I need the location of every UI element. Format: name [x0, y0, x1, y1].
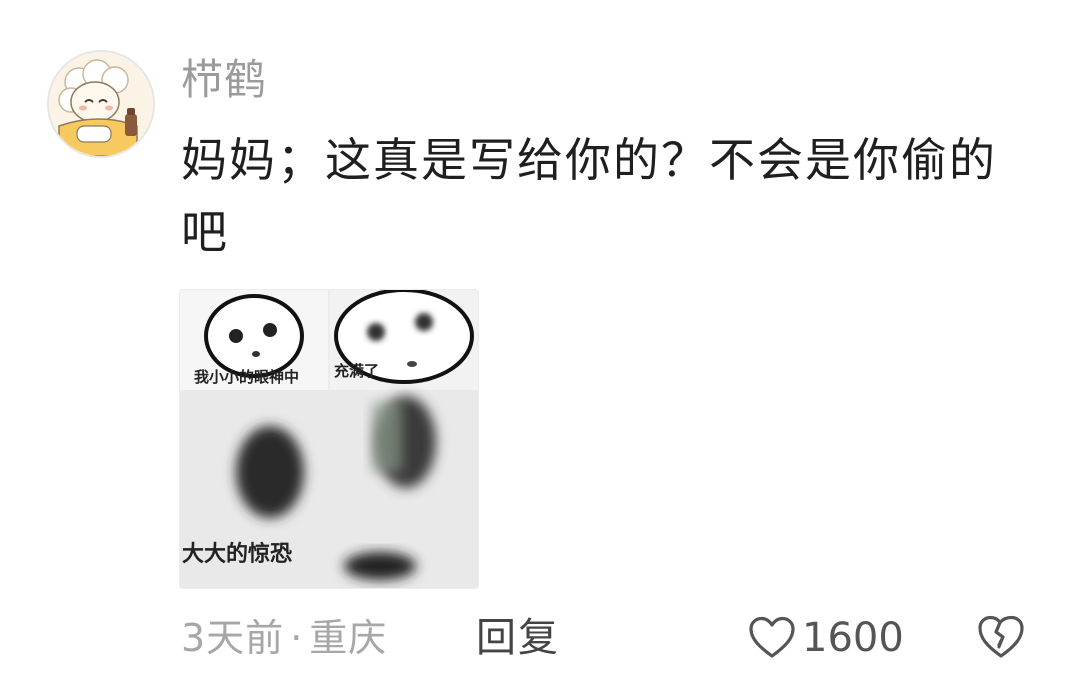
meme-caption: 我小小的眼神中	[194, 368, 300, 386]
meme-caption: 大大的惊恐	[182, 542, 293, 567]
meme-caption: 充满了	[334, 362, 380, 380]
comment-footer: 3天前 · 重庆 回复 1600	[181, 610, 1051, 666]
like-button[interactable]: 1600	[748, 612, 904, 664]
broken-heart-icon	[978, 615, 1024, 658]
avatar[interactable]	[47, 50, 155, 158]
dislike-button[interactable]	[977, 614, 1025, 660]
meme-image[interactable]: 我小小的眼神中 充满了 大大的惊恐	[179, 289, 479, 589]
heart-outline-icon	[749, 616, 795, 658]
comment-text: 妈妈；这真是写给你的？不会是你偷的吧	[181, 133, 997, 259]
comment-location: 重庆	[309, 616, 388, 660]
comment-meta: 3天前 · 重庆	[181, 610, 387, 666]
sheep-avatar-image	[49, 52, 153, 156]
like-count: 1600	[802, 615, 904, 661]
comment-item: 栉鹤 妈妈；这真是写给你的？不会是你偷的吧 我小小的眼神中 充满了 大大的惊恐 …	[0, 0, 1078, 695]
username[interactable]: 栉鹤	[181, 52, 267, 108]
meta-separator: ·	[290, 616, 304, 660]
comment-time: 3天前	[181, 616, 285, 660]
reply-button[interactable]: 回复	[476, 610, 560, 666]
